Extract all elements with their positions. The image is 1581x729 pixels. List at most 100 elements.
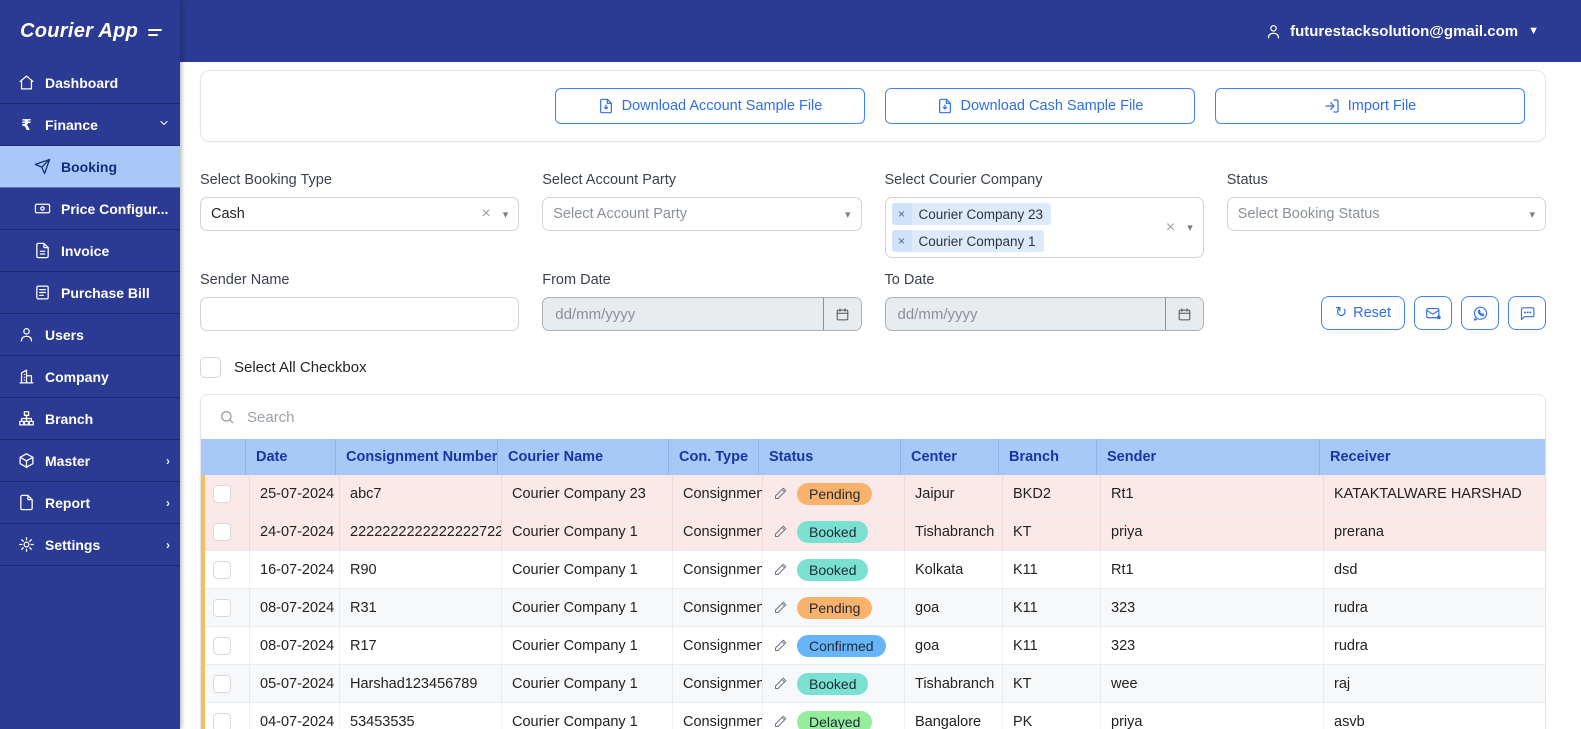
edit-status-icon[interactable] [773, 486, 788, 501]
courier-company-tags: × Courier Company 23 × Courier Company 1 [891, 203, 1166, 252]
column-header[interactable]: Courier Name [498, 439, 669, 475]
column-header[interactable]: Status [759, 439, 901, 475]
cell-consignment-number: 53453535 [340, 703, 502, 729]
courier-company-multiselect[interactable]: × Courier Company 23 × Courier Company 1 × … [884, 197, 1204, 258]
account-party-select[interactable]: Select Account Party ▾ [542, 197, 862, 231]
column-header[interactable]: Con. Type [669, 439, 759, 475]
user-email: futurestacksolution@gmail.com [1290, 22, 1519, 40]
table-row[interactable]: 08-07-2024 R17 Courier Company 1 Consign… [201, 627, 1545, 665]
from-date-placeholder: dd/mm/yyyy [555, 305, 636, 323]
sidebar-item-dashboard[interactable]: Dashboard [0, 62, 180, 104]
sender-name-input[interactable] [200, 297, 520, 331]
user-menu[interactable]: futurestacksolution@gmail.com ▼ [1265, 23, 1539, 40]
cell-date: 08-07-2024 [250, 627, 340, 665]
row-checkbox[interactable] [213, 674, 231, 693]
rupee-icon: ₹ [21, 116, 32, 134]
column-header[interactable]: Consignment Number [336, 439, 498, 475]
cell-sender: 323 [1101, 589, 1324, 627]
sms-button[interactable] [1508, 296, 1546, 330]
sidebar-item-settings[interactable]: Settings › [0, 524, 180, 566]
caret-down-icon[interactable]: ▾ [845, 208, 851, 221]
sidebar-item-invoice[interactable]: Invoice [0, 230, 180, 272]
chevron-right-icon: › [166, 495, 170, 510]
cube-icon [18, 452, 35, 469]
calendar-icon[interactable] [1164, 298, 1203, 330]
sidebar-item-branch[interactable]: Branch [0, 398, 180, 440]
table-row[interactable]: 04-07-2024 53453535 Courier Company 1 Co… [201, 703, 1545, 729]
actions-card: Download Account Sample File Download Ca… [200, 70, 1546, 142]
menu-toggle-icon[interactable] [148, 28, 163, 36]
download-account-sample-button[interactable]: Download Account Sample File [555, 88, 865, 124]
row-checkbox[interactable] [213, 560, 231, 579]
sidebar-item-finance[interactable]: ₹ Finance [0, 104, 180, 146]
remove-tag-icon[interactable]: × [891, 230, 912, 252]
caret-down-icon[interactable]: ▾ [1187, 221, 1193, 234]
row-checkbox[interactable] [213, 484, 231, 503]
table-row[interactable]: 24-07-2024 22222222222222227223 Courier … [201, 513, 1545, 551]
from-date-input[interactable]: dd/mm/yyyy [542, 297, 862, 331]
select-all-checkbox[interactable] [200, 357, 221, 378]
table-body: 25-07-2024 abc7 Courier Company 23 Consi… [201, 475, 1545, 729]
send-email-button[interactable] [1414, 296, 1452, 330]
table-search-input[interactable] [247, 408, 1545, 426]
status-select[interactable]: Select Booking Status ▾ [1226, 197, 1546, 231]
row-checkbox[interactable] [213, 636, 231, 655]
import-file-button[interactable]: Import File [1215, 88, 1525, 124]
row-checkbox[interactable] [213, 712, 231, 729]
gear-icon [18, 536, 35, 553]
sidebar-item-price-configuration[interactable]: Price Configur... [0, 188, 180, 230]
calendar-icon[interactable] [822, 298, 861, 330]
booking-type-select[interactable]: Cash × ▾ [200, 197, 520, 231]
clear-icon[interactable]: × [481, 205, 490, 223]
sidebar-item-booking[interactable]: Booking [0, 146, 180, 188]
edit-status-icon[interactable] [773, 676, 788, 691]
to-date-placeholder: dd/mm/yyyy [897, 305, 978, 323]
to-date-input[interactable]: dd/mm/yyyy [884, 297, 1204, 331]
table-row[interactable]: 08-07-2024 R31 Courier Company 1 Consign… [201, 589, 1545, 627]
row-checkbox-cell [205, 665, 250, 703]
table-row[interactable]: 16-07-2024 R90 Courier Company 1 Consign… [201, 551, 1545, 589]
column-header[interactable]: Branch [999, 439, 1097, 475]
reset-button[interactable]: ↻ Reset [1320, 296, 1405, 330]
status-badge: Booked [797, 672, 869, 695]
column-header[interactable]: Date [246, 439, 336, 475]
row-checkbox[interactable] [213, 522, 231, 541]
cell-courier-name: Courier Company 1 [502, 627, 673, 665]
topbar: futurestacksolution@gmail.com ▼ [180, 0, 1581, 62]
cell-con-type: Consignment3 [673, 475, 763, 513]
caret-down-icon[interactable]: ▾ [1529, 208, 1535, 221]
brand-logo: Courier App [20, 19, 139, 42]
to-date-label: To Date [884, 272, 935, 288]
cell-consignment-number: Harshad123456789 [340, 665, 502, 703]
table-row[interactable]: 05-07-2024 Harshad123456789 Courier Comp… [201, 665, 1545, 703]
sidebar-item-purchase-bill[interactable]: Purchase Bill [0, 272, 180, 314]
row-checkbox[interactable] [213, 598, 231, 617]
cell-consignment-number: R17 [340, 627, 502, 665]
edit-status-icon[interactable] [773, 714, 788, 729]
edit-status-icon[interactable] [773, 524, 788, 539]
status-badge: Pending [797, 482, 873, 505]
edit-status-icon[interactable] [773, 638, 788, 653]
edit-status-icon[interactable] [773, 600, 788, 615]
sidebar-item-master[interactable]: Master › [0, 440, 180, 482]
column-header[interactable]: Receiver [1320, 439, 1545, 475]
sidebar-item-users[interactable]: Users [0, 314, 180, 356]
cell-status: Booked [763, 513, 905, 551]
download-cash-sample-button[interactable]: Download Cash Sample File [885, 88, 1195, 124]
column-header[interactable]: Sender [1097, 439, 1320, 475]
sidebar-item-label: Users [45, 326, 84, 343]
edit-status-icon[interactable] [773, 562, 788, 577]
status-badge: Booked [797, 558, 869, 581]
sidebar-item-company[interactable]: Company [0, 356, 180, 398]
remove-tag-icon[interactable]: × [891, 203, 912, 225]
whatsapp-button[interactable] [1461, 296, 1499, 330]
cell-receiver: dsd [1324, 551, 1545, 589]
column-header[interactable]: Center [901, 439, 999, 475]
table-row[interactable]: 25-07-2024 abc7 Courier Company 23 Consi… [201, 475, 1545, 513]
cell-center: Kolkata [905, 551, 1003, 589]
sidebar-item-report[interactable]: Report › [0, 482, 180, 524]
sidebar-item-label: Branch [45, 410, 94, 427]
app-root: Courier App Dashboard ₹ Finance Booking … [0, 0, 1581, 729]
clear-icon[interactable]: × [1166, 219, 1175, 237]
caret-down-icon[interactable]: ▾ [503, 208, 509, 221]
